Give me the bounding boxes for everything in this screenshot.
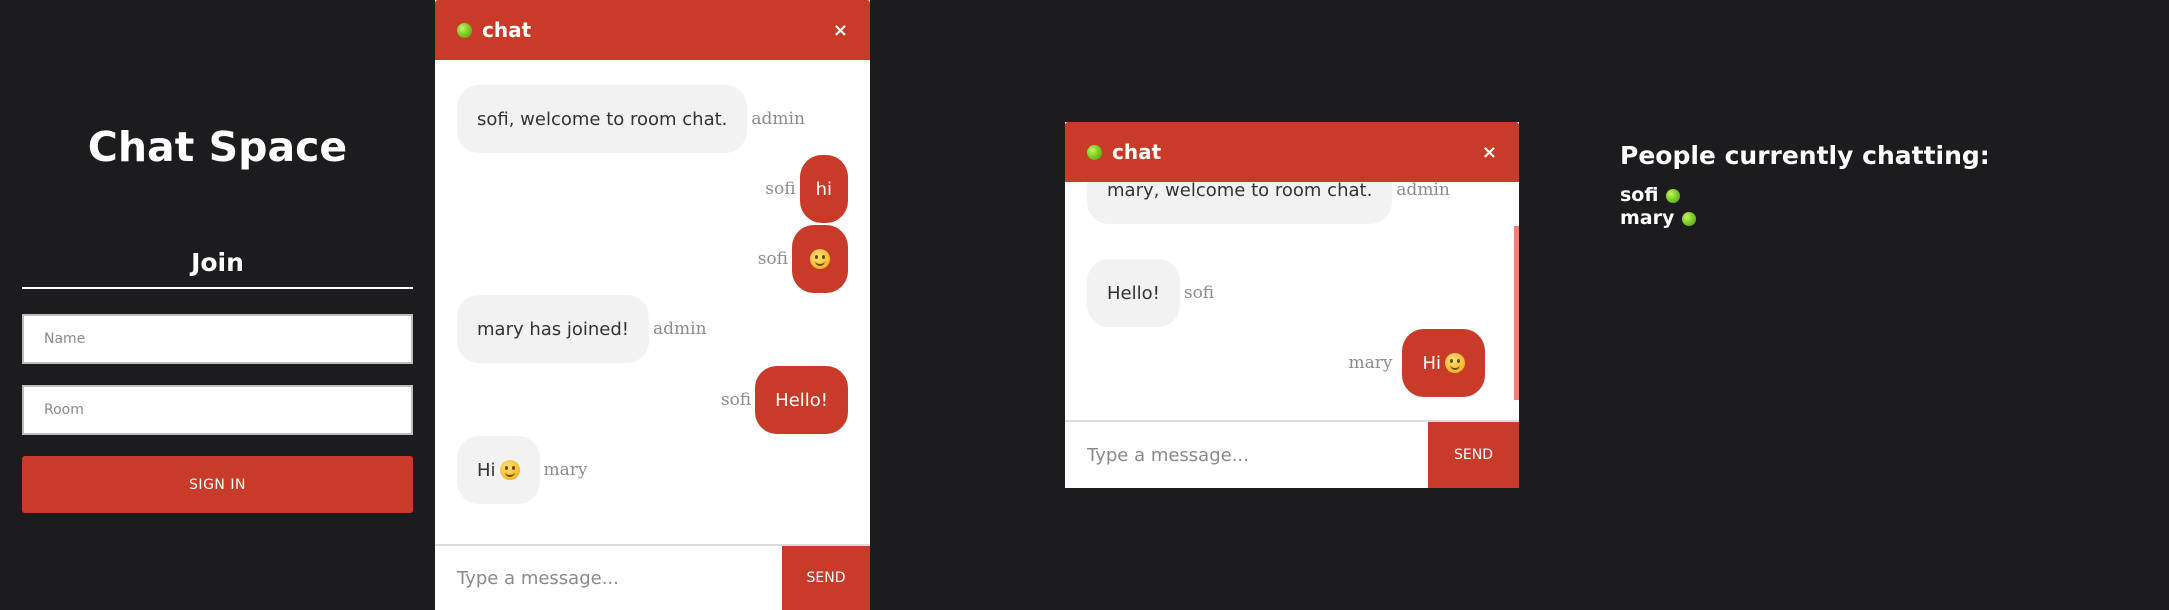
message-item: sofi Hello! xyxy=(717,366,848,434)
person-item-mary: mary xyxy=(1620,207,1990,230)
composer: SEND xyxy=(435,544,870,610)
message-bubble: hi xyxy=(799,155,848,223)
message-text: Hi xyxy=(1422,352,1441,374)
smiley-emoji-icon xyxy=(1445,353,1465,373)
join-heading: Join xyxy=(22,245,413,289)
message-item: mary, welcome to room chat. admin xyxy=(1087,182,1454,224)
message-sender: mary xyxy=(1348,353,1393,373)
message-sender: admin xyxy=(653,319,707,339)
chat-window-mary: chat × mary, welcome to room chat. admin… xyxy=(1065,122,1519,488)
person-name: mary xyxy=(1620,207,1675,229)
message-bubble: Hi xyxy=(457,436,540,504)
smiley-emoji-icon xyxy=(810,249,830,269)
join-panel: Chat Space Join SIGN IN xyxy=(0,0,435,610)
message-bubble: Hello! xyxy=(1087,259,1180,327)
app-title: Chat Space xyxy=(87,123,348,171)
message-input[interactable] xyxy=(435,546,782,610)
online-dot-icon xyxy=(457,22,472,38)
name-input[interactable] xyxy=(22,314,413,364)
message-bubble: mary, welcome to room chat. xyxy=(1087,182,1393,224)
chat-room-name: chat xyxy=(1112,140,1162,164)
message-item: sofi hi xyxy=(761,155,848,223)
message-list[interactable]: sofi, welcome to room chat. admin sofi h… xyxy=(435,60,870,542)
message-sender: sofi xyxy=(720,390,752,410)
person-name: sofi xyxy=(1620,184,1659,206)
room-input[interactable] xyxy=(22,385,413,435)
message-sender: sofi xyxy=(757,249,788,269)
message-sender: sofi xyxy=(765,179,796,199)
message-item: Hi mary xyxy=(457,436,592,504)
message-sender: admin xyxy=(1396,182,1450,200)
close-icon[interactable]: × xyxy=(1482,142,1497,163)
message-bubble: Hi xyxy=(1402,329,1485,397)
message-text: Hi xyxy=(477,459,496,481)
message-sender: mary xyxy=(543,460,588,480)
people-title: People currently chatting: xyxy=(1620,141,1990,170)
message-sender: admin xyxy=(751,109,805,129)
message-item: Hello! sofi xyxy=(1087,259,1218,327)
chat-window-sofi: chat × sofi, welcome to room chat. admin… xyxy=(435,0,870,610)
composer: SEND xyxy=(1065,420,1519,488)
person-item-sofi: sofi xyxy=(1620,184,1990,207)
message-bubble xyxy=(792,225,848,293)
online-dot-icon xyxy=(1087,144,1102,160)
message-list[interactable]: mary, welcome to room chat. admin Hello!… xyxy=(1065,182,1519,420)
message-item: mary has joined! admin xyxy=(457,295,711,363)
message-bubble: sofi, welcome to room chat. xyxy=(457,85,748,153)
message-sender: sofi xyxy=(1183,283,1215,303)
smiley-emoji-icon xyxy=(499,460,520,480)
chat-header: chat × xyxy=(435,0,870,60)
message-bubble: Hello! xyxy=(755,366,848,434)
message-item: mary Hi xyxy=(1344,329,1485,397)
close-icon[interactable]: × xyxy=(833,20,848,41)
message-bubble: mary has joined! xyxy=(457,295,650,363)
send-button[interactable]: SEND xyxy=(782,546,870,610)
people-panel: People currently chatting: sofi mary xyxy=(1620,140,1990,230)
online-dot-icon xyxy=(1682,211,1697,226)
sign-in-button[interactable]: SIGN IN xyxy=(22,456,413,513)
send-button[interactable]: SEND xyxy=(1428,422,1519,488)
online-dot-icon xyxy=(1666,188,1681,203)
message-item: sofi xyxy=(754,225,848,293)
chat-header: chat × xyxy=(1065,122,1519,182)
scrollbar-thumb[interactable] xyxy=(1514,226,1519,400)
message-item: sofi, welcome to room chat. admin xyxy=(457,85,809,153)
chat-room-name: chat xyxy=(482,18,532,42)
message-input[interactable] xyxy=(1065,422,1428,488)
